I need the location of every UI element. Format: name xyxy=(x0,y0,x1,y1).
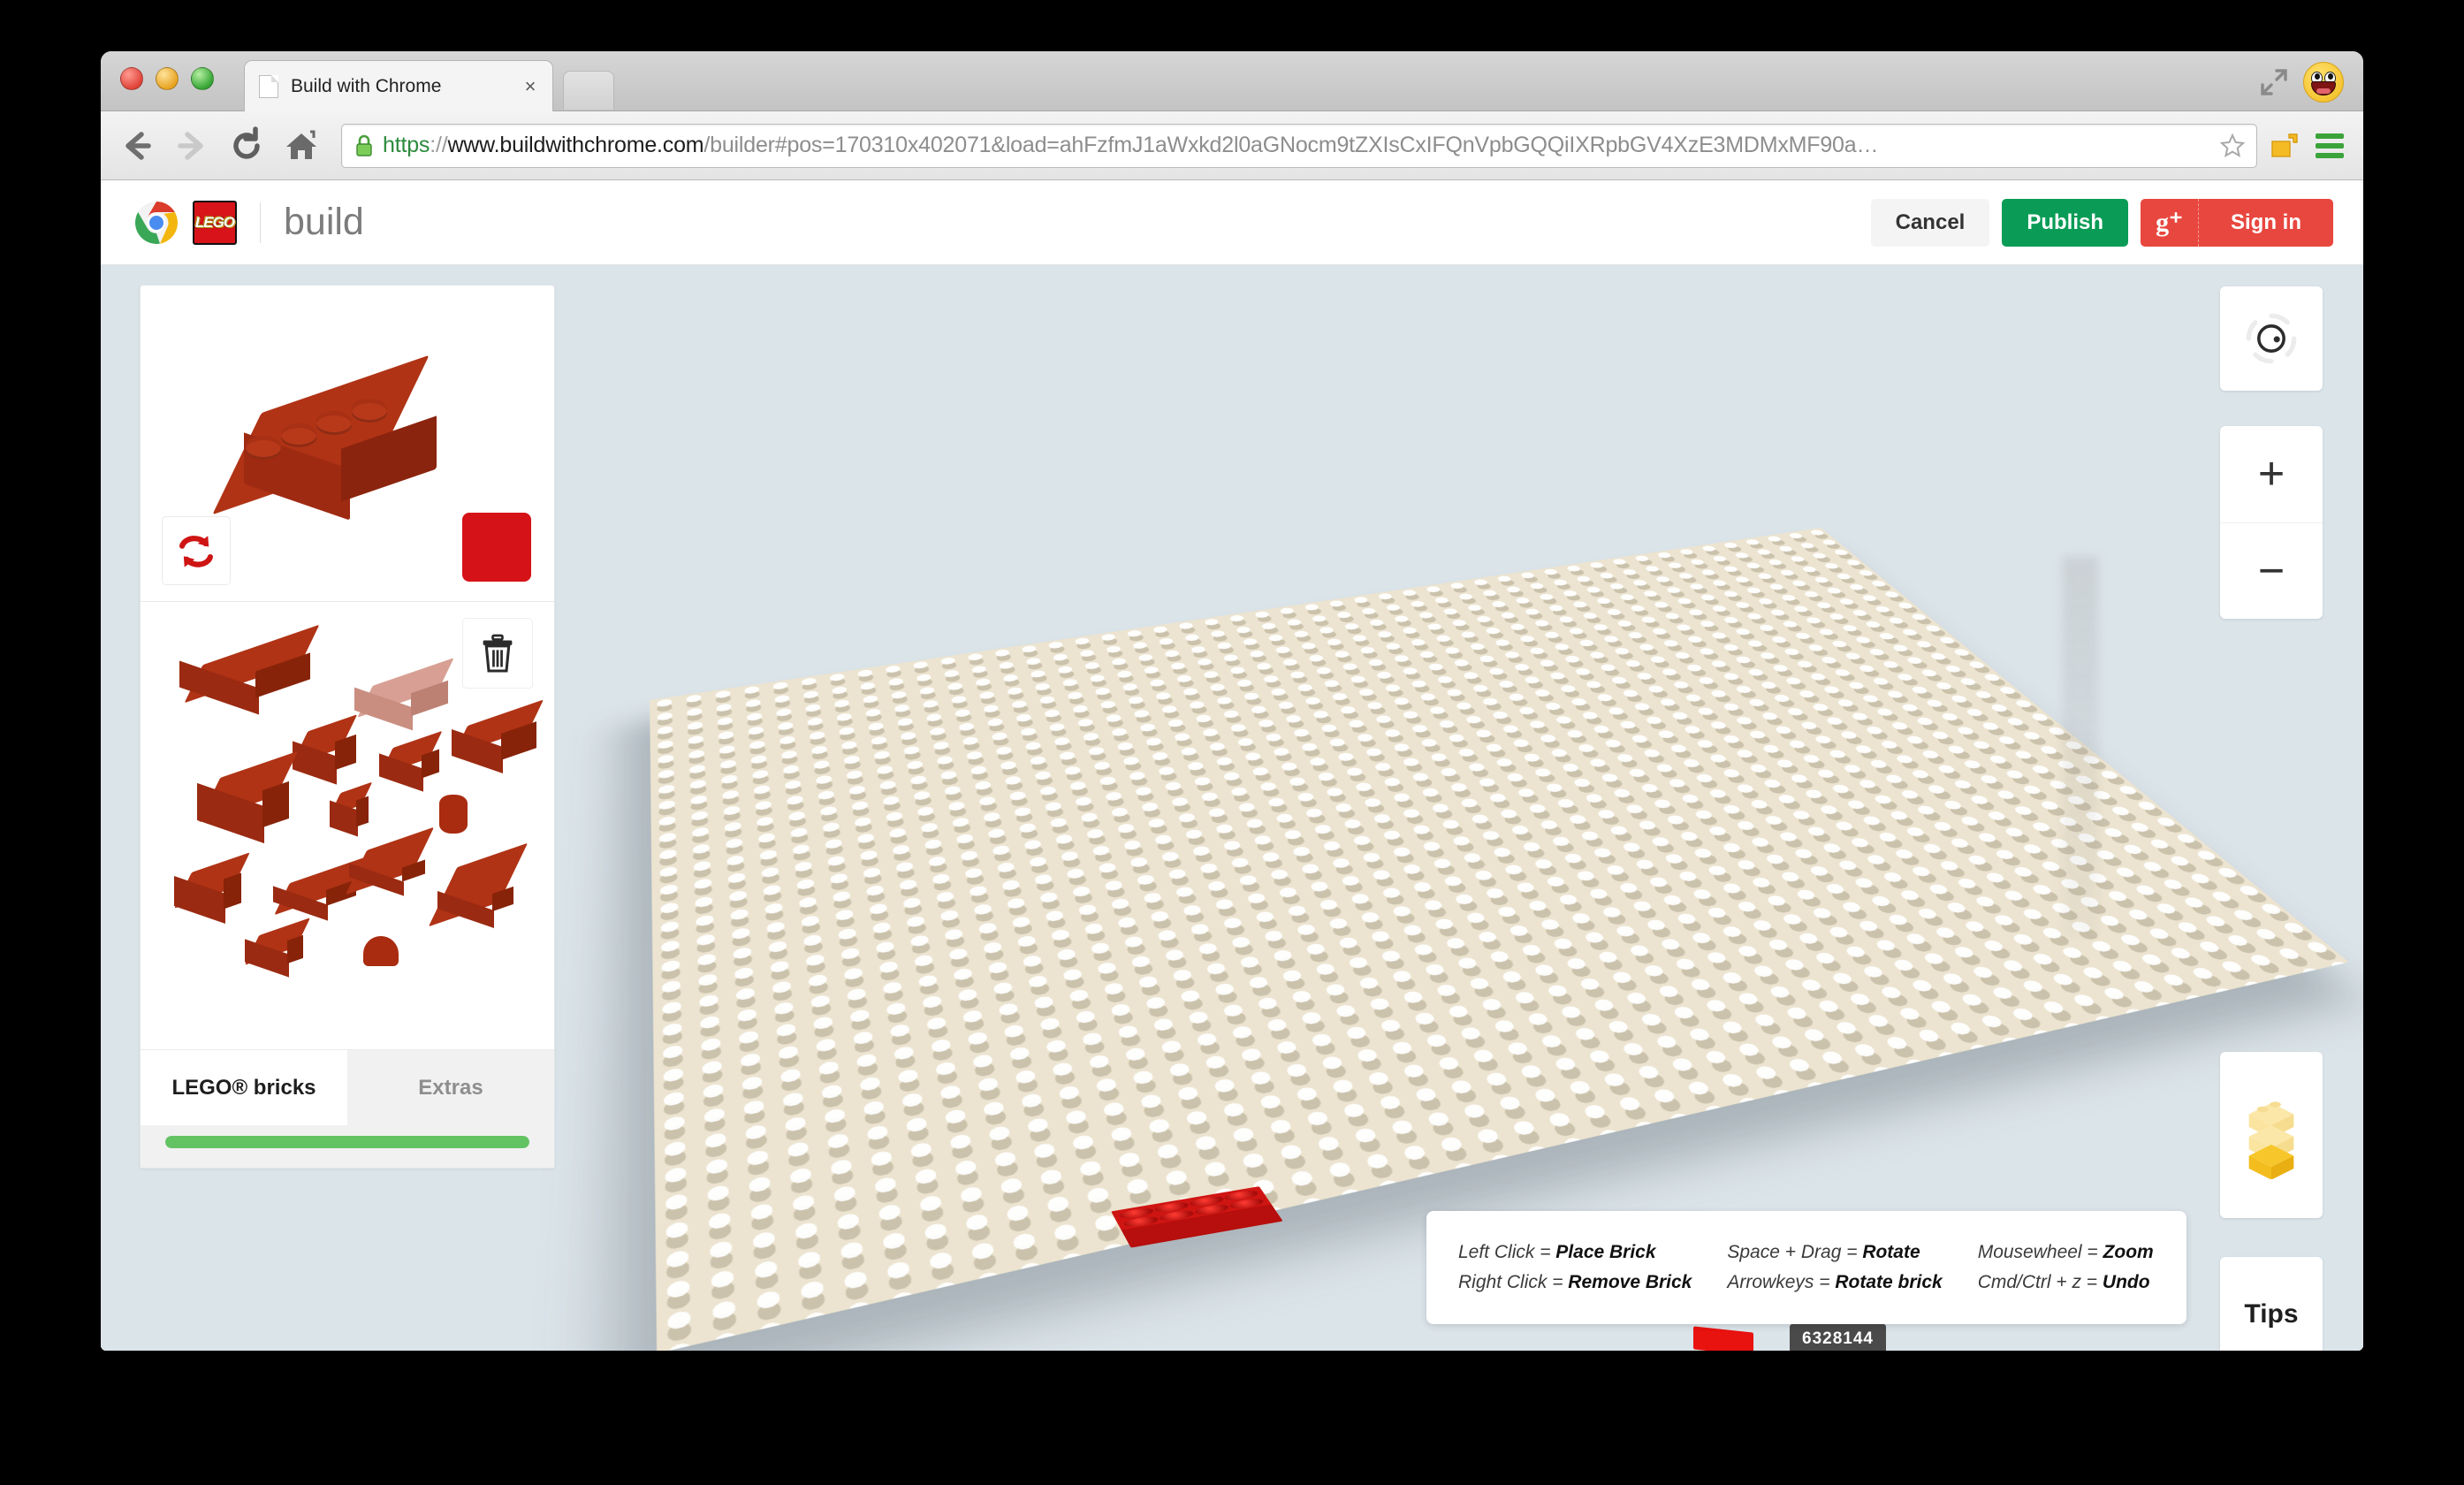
tip-key: Left Click = xyxy=(1458,1242,1556,1262)
tip-line: Arrowkeys = Rotate brick xyxy=(1727,1272,1942,1293)
progress-area xyxy=(141,1125,554,1168)
window-traffic-lights xyxy=(120,67,214,90)
extension-icon[interactable] xyxy=(2271,133,2301,159)
brand[interactable]: LEGO build xyxy=(134,200,364,245)
tab-title: Build with Chrome xyxy=(291,75,442,96)
hamburger-menu-icon[interactable] xyxy=(2316,133,2344,158)
browser-nav-bar: https://www.buildwithchrome.com/builder#… xyxy=(101,111,2363,180)
tip-line: Mousewheel = Zoom xyxy=(1978,1242,2154,1263)
bookmark-star-icon[interactable] xyxy=(2219,133,2246,159)
tip-action: Undo xyxy=(2102,1272,2150,1292)
tab-strip: Build with Chrome × xyxy=(101,51,2363,111)
preview-stud xyxy=(352,402,387,423)
home-icon[interactable] xyxy=(281,126,322,166)
browser-window: Build with Chrome × https://www.buildwit… xyxy=(101,51,2363,1351)
menu-line-1 xyxy=(2316,133,2344,139)
signin-group[interactable]: g⁺ Sign in xyxy=(2141,198,2333,247)
secure-lock-icon xyxy=(354,134,374,157)
sign-in-button[interactable]: Sign in xyxy=(2199,199,2333,247)
forward-arrow-icon xyxy=(171,126,212,166)
orbit-camera-icon[interactable] xyxy=(2220,286,2323,391)
url-text: https://www.buildwithchrome.com/builder#… xyxy=(383,133,2210,158)
preview-stud xyxy=(316,415,352,435)
rotate-brick-icon[interactable] xyxy=(162,516,231,585)
tips-overlay: Left Click = Place Brick Right Click = R… xyxy=(1426,1211,2186,1324)
avatar[interactable] xyxy=(2303,62,2344,103)
counter-brick xyxy=(1693,1326,1753,1351)
window-extras xyxy=(2259,62,2344,103)
tip-key: Cmd/Ctrl + z = xyxy=(1977,1272,2103,1292)
tip-key: Arrowkeys = xyxy=(1727,1272,1836,1292)
page-icon xyxy=(259,74,278,98)
brand-divider xyxy=(260,202,261,243)
browser-tab[interactable]: Build with Chrome × xyxy=(244,60,553,111)
desktop-backdrop: Build with Chrome × https://www.buildwit… xyxy=(0,0,2464,1485)
brick-palette[interactable] xyxy=(141,602,554,1049)
tab-lego-bricks[interactable]: LEGO® bricks xyxy=(141,1050,347,1125)
tip-action: Remove Brick xyxy=(1568,1272,1692,1292)
avatar-mouth xyxy=(2311,81,2336,95)
tip-line: Right Click = Remove Brick xyxy=(1458,1272,1692,1293)
builder-canvas[interactable]: LEGO® bricks Extras + − Tips 6328144 Lef… xyxy=(101,265,2363,1351)
close-window-button[interactable] xyxy=(120,67,143,90)
site-header: LEGO build Cancel Publish g⁺ Sign in xyxy=(101,180,2363,265)
address-bar[interactable]: https://www.buildwithchrome.com/builder#… xyxy=(341,123,2257,168)
tab-extras[interactable]: Extras xyxy=(347,1050,554,1125)
cancel-button[interactable]: Cancel xyxy=(1870,198,1990,247)
zoom-controls: + − xyxy=(2220,426,2323,619)
progress-fill xyxy=(165,1136,529,1148)
menu-line-3 xyxy=(2316,152,2344,158)
url-host: www.buildwithchrome.com xyxy=(447,133,704,157)
build-counter: 6328144 xyxy=(1790,1324,1886,1351)
back-arrow-icon[interactable] xyxy=(117,126,157,166)
tip-key: Right Click = xyxy=(1458,1272,1569,1292)
minimize-window-button[interactable] xyxy=(156,67,179,90)
tips-column: Mousewheel = Zoom Cmd/Ctrl + z = Undo xyxy=(1978,1242,2154,1293)
lego-logo-text: LEGO xyxy=(194,213,235,231)
trash-icon[interactable] xyxy=(462,618,533,689)
reload-icon[interactable] xyxy=(226,126,267,166)
color-swatch[interactable] xyxy=(462,513,531,582)
url-separator: :// xyxy=(430,133,448,157)
tip-action: Zoom xyxy=(2103,1242,2154,1262)
palette-dome-brick[interactable] xyxy=(363,936,399,966)
chrome-logo xyxy=(134,201,179,245)
page-title: build xyxy=(284,201,364,243)
close-icon[interactable]: × xyxy=(519,75,542,98)
tip-line: Left Click = Place Brick xyxy=(1458,1242,1692,1263)
new-tab-button[interactable] xyxy=(563,71,614,110)
fullscreen-icon[interactable] xyxy=(2259,67,2289,97)
menu-line-2 xyxy=(2316,142,2344,148)
maximize-window-button[interactable] xyxy=(191,67,214,90)
brick-layers-icon[interactable] xyxy=(2220,1052,2323,1218)
zoom-out-button[interactable]: − xyxy=(2220,523,2323,620)
page-content: LEGO build Cancel Publish g⁺ Sign in LEG… xyxy=(101,180,2363,1351)
publish-button[interactable]: Publish xyxy=(2002,198,2128,247)
tip-line: Space + Drag = Rotate xyxy=(1727,1242,1942,1263)
preview-stud xyxy=(281,427,316,447)
lego-logo: LEGO xyxy=(193,200,237,245)
palette-round-brick[interactable] xyxy=(439,795,468,834)
header-actions: Cancel Publish g⁺ Sign in xyxy=(1870,198,2333,247)
url-scheme: https xyxy=(383,133,430,157)
tip-key: Mousewheel = xyxy=(1977,1242,2103,1262)
preview-stud xyxy=(246,439,281,460)
tip-action: Place Brick xyxy=(1555,1242,1656,1262)
url-path: /builder#pos=170310x402071&load=ahFzfmJ1… xyxy=(703,133,1879,157)
tips-column: Left Click = Place Brick Right Click = R… xyxy=(1458,1242,1692,1293)
google-plus-icon[interactable]: g⁺ xyxy=(2141,198,2199,247)
2x4-brick-preview xyxy=(212,354,458,521)
tip-action: Rotate brick xyxy=(1835,1272,1943,1292)
tip-key: Space + Drag = xyxy=(1727,1242,1863,1262)
selected-brick-preview xyxy=(141,286,554,602)
tips-button[interactable]: Tips xyxy=(2220,1257,2323,1351)
zoom-in-button[interactable]: + xyxy=(2220,426,2323,523)
tip-line: Cmd/Ctrl + z = Undo xyxy=(1978,1272,2154,1293)
brick-picker-panel: LEGO® bricks Extras xyxy=(140,285,555,1169)
progress-track xyxy=(165,1136,529,1148)
plate-shadow xyxy=(2063,557,2098,937)
panel-tabs: LEGO® bricks Extras xyxy=(141,1049,554,1125)
tip-action: Rotate xyxy=(1862,1242,1920,1262)
tips-column: Space + Drag = Rotate Arrowkeys = Rotate… xyxy=(1727,1242,1942,1293)
